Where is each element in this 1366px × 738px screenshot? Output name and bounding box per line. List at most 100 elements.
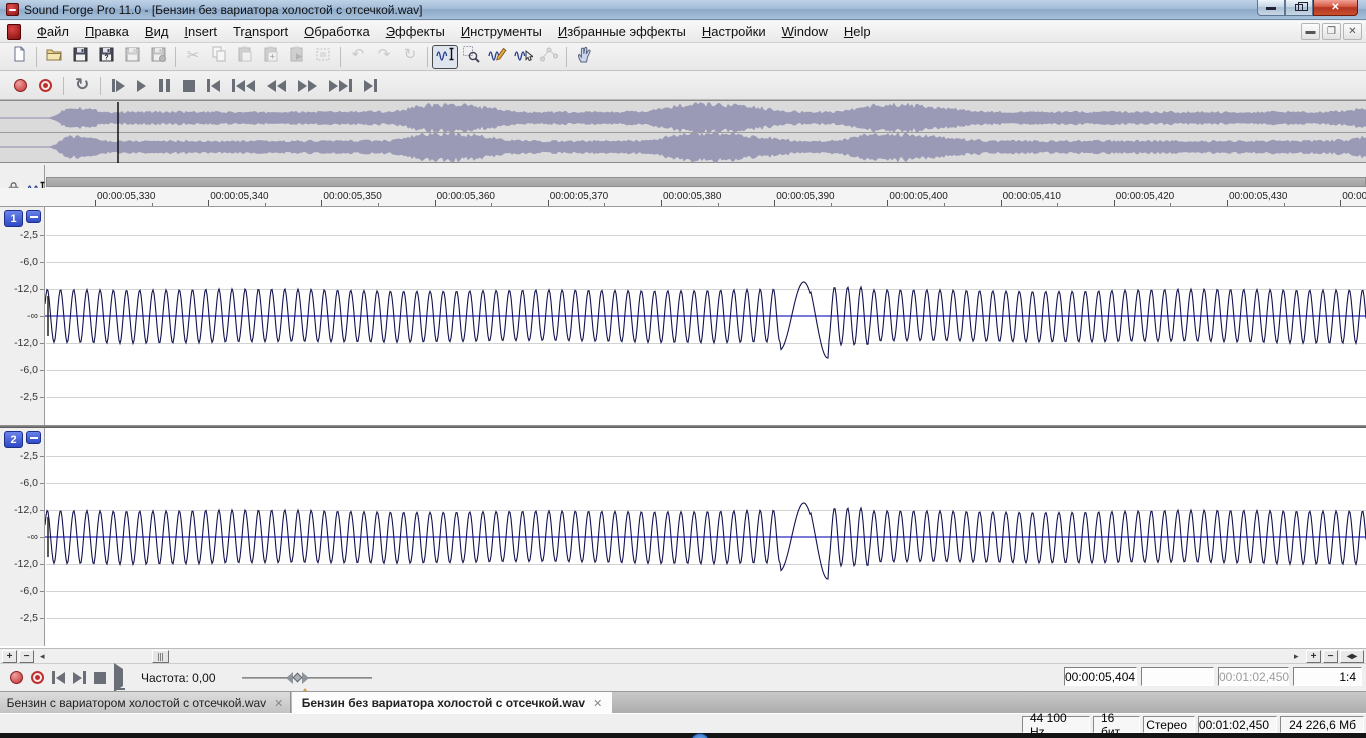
selection-length-box[interactable]: 00:01:02,450 [1218,667,1289,686]
waveform-editor[interactable]: -2,5-6,0-12,0-∞-12,0-6,0-2,51-2,5-6,0-12… [0,207,1366,648]
rate-slider-handle[interactable] [286,672,309,684]
save-as-icon: ? [96,44,116,69]
playbar-record-button[interactable] [6,667,27,689]
forward-button[interactable] [292,74,323,98]
selection-start-box[interactable] [1141,667,1214,686]
paste-special-button[interactable]: + [258,45,284,69]
zoom-ratio-box[interactable]: 1:4 [1293,667,1362,686]
magnify-button[interactable] [458,45,484,69]
record-button[interactable] [8,74,33,98]
scroll-right-arrow[interactable]: ▸ [1294,651,1299,662]
channel-number-badge[interactable]: 2 [4,431,23,448]
envelope-button[interactable] [536,45,562,69]
forward-all-button[interactable] [323,74,358,98]
document-tab-2[interactable]: Бензин без вариатора холостой с отсечкой… [292,692,612,714]
redo-button[interactable]: ↷ [371,45,397,69]
zoom-fit-button[interactable]: ◂▸ [1340,650,1364,663]
time-ruler[interactable]: 00:00:05,33000:00:05,34000:00:05,35000:0… [0,188,1366,207]
rewind-all-button[interactable] [226,74,261,98]
play-all-button[interactable] [106,74,131,98]
scroll-left-arrow[interactable]: ◂ [40,651,45,662]
menu-item-0[interactable]: Файл [29,22,77,41]
channel-divider [0,425,1366,428]
channel-2[interactable]: -2,5-6,0-12,0-∞-12,0-6,0-2,52 [0,428,1366,646]
channel-minimize-button[interactable] [26,431,41,444]
menu-item-4[interactable]: Transport [225,22,296,41]
playbar-play-normal-button[interactable] [110,667,127,689]
scrollbar-thumb[interactable] [152,650,169,663]
zoom-out-button-left[interactable]: − [19,650,34,663]
cut-button[interactable]: ✂ [180,45,206,69]
waveform-channel-2[interactable] [45,428,1366,646]
rewind-button[interactable] [261,74,292,98]
menu-item-6[interactable]: Эффекты [378,22,453,41]
playbar-go-end-button[interactable] [69,667,90,689]
tab-close-icon[interactable]: ✕ [274,697,283,710]
db-scale-label: -12,0 [0,504,38,516]
svg-text:↶: ↶ [352,45,365,63]
menu-item-5[interactable]: Обработка [296,22,378,41]
cursor-position-box[interactable]: 00:00:05,404 [1064,667,1137,686]
menu-item-9[interactable]: Настройки [694,22,774,41]
pencil-button[interactable] [484,45,510,69]
loop-button[interactable]: ↻ [69,74,95,98]
event-tool-button[interactable] [510,45,536,69]
save-button[interactable] [67,45,93,69]
overview-waveform[interactable] [0,101,1366,164]
go-end-button[interactable] [358,74,383,98]
paste-button[interactable] [232,45,258,69]
channel-header: 1 [4,210,41,227]
menu-item-2[interactable]: Вид [137,22,177,41]
close-button[interactable]: ✕ [1313,0,1358,16]
document-tab-1[interactable]: Бензин с вариатором холостой с отсечкой.… [0,692,291,714]
trim-button[interactable] [310,45,336,69]
playbar-record-remote-button[interactable] [27,667,48,689]
rate-slider[interactable] [242,669,372,687]
open-folder-button[interactable] [41,45,67,69]
minimize-button[interactable]: ▬ [1257,0,1285,16]
menu-item-3[interactable]: Insert [176,22,225,41]
go-start-button[interactable] [201,74,226,98]
pause-button[interactable] [152,74,177,98]
menu-item-1[interactable]: Правка [77,22,137,41]
menu-item-11[interactable]: Help [836,22,879,41]
save-as-button[interactable]: ? [93,45,119,69]
channel-number-badge[interactable]: 1 [4,210,23,227]
mdi-restore-button[interactable]: ❐ [1322,23,1341,40]
envelope-icon [539,44,559,69]
new-document-button[interactable] [6,45,32,69]
zoom-in-button-right[interactable]: + [1306,650,1321,663]
restore-button[interactable] [1285,0,1313,16]
position-bar[interactable] [46,177,1366,187]
playbar-go-start-button[interactable] [48,667,69,689]
magnify-icon [461,44,481,69]
mdi-minimize-button[interactable]: ▬ [1301,23,1320,40]
channel-minimize-button[interactable] [26,210,41,223]
menu-item-10[interactable]: Window [774,22,836,41]
publish-button[interactable] [145,45,171,69]
start-orb-icon[interactable] [690,733,710,738]
db-scale-tick [40,262,44,263]
zoom-in-button-left[interactable]: + [2,650,17,663]
db-scale-tick [40,289,44,290]
undo-button[interactable]: ↶ [345,45,371,69]
copy-button[interactable] [206,45,232,69]
playbar-stop-button[interactable] [90,667,110,689]
mdi-close-button[interactable]: ✕ [1343,23,1362,40]
edit-tool-button[interactable] [432,45,458,69]
hand-button[interactable] [571,45,597,69]
zoom-out-button-right[interactable]: − [1323,650,1338,663]
record-remote-button[interactable] [33,74,58,98]
repeat-button[interactable]: ↻ [397,45,423,69]
menu-item-8[interactable]: Избранные эффекты [550,22,694,41]
waveform-channel-1[interactable] [45,207,1366,425]
menu-item-7[interactable]: Инструменты [453,22,550,41]
play-button[interactable] [131,74,152,98]
overview-navigator[interactable] [0,100,1366,163]
channel-1[interactable]: -2,5-6,0-12,0-∞-12,0-6,0-2,51 [0,207,1366,425]
tab-close-icon[interactable]: ✕ [593,697,602,710]
stop-button[interactable] [177,74,201,98]
paste-play-button[interactable] [284,45,310,69]
save-all-button[interactable] [119,45,145,69]
ruler-label: 00:00:05,420 [1116,191,1174,202]
